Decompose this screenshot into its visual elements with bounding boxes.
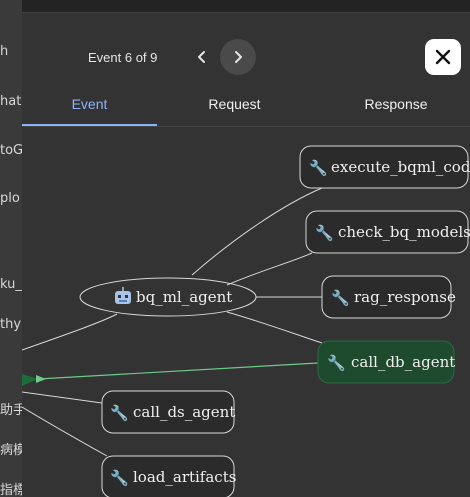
- graph-node-bq-ml-agent[interactable]: bq_ml_agent: [79, 277, 257, 317]
- graph-edge: [191, 187, 323, 276]
- sidebar-fragment[interactable]: thy: [0, 317, 21, 332]
- highlighted-graph-edge: [37, 362, 319, 380]
- graph-node-call-ds-agent[interactable]: 🔧 call_ds_agent: [101, 390, 235, 434]
- node-label: check_bq_models: [338, 223, 470, 241]
- graph-node-check-bq-models[interactable]: 🔧 check_bq_models: [305, 210, 470, 254]
- sidebar-fragment[interactable]: ku_: [0, 277, 22, 292]
- event-dialog: Event 6 of 9 Event Request Response bq_m…: [22, 0, 470, 497]
- node-label: call_db_agent: [351, 353, 455, 371]
- graph-edge: [22, 391, 103, 404]
- sidebar-fragment[interactable]: toG: [0, 143, 22, 158]
- node-label: call_ds_agent: [133, 403, 235, 421]
- graph-edge: [22, 406, 108, 457]
- edge-arrowhead: [36, 375, 46, 383]
- wrench-icon: 🔧: [110, 403, 129, 422]
- robot-icon: [115, 287, 131, 304]
- background-sidebar: h hatC toG plo ku_ thy 助手 病模 指標: [0, 0, 23, 497]
- graph-node-rag-response[interactable]: 🔧 rag_response: [321, 275, 456, 319]
- wrench-icon: 🔧: [309, 158, 328, 177]
- sidebar-fragment[interactable]: hatC: [0, 94, 22, 109]
- wrench-icon: 🔧: [315, 223, 334, 242]
- graph-node-call-db-agent[interactable]: 🔧 call_db_agent: [317, 340, 455, 384]
- wrench-icon: 🔧: [110, 468, 129, 487]
- wrench-icon: 🔧: [331, 288, 350, 307]
- sidebar-fragment[interactable]: plo: [0, 191, 20, 206]
- node-label: execute_bqml_code: [331, 158, 470, 176]
- graph-edge: [226, 252, 313, 286]
- node-label: bq_ml_agent: [136, 288, 232, 306]
- agent-graph: bq_ml_agent 🔧 execute_bqml_code 🔧 check_…: [22, 145, 470, 497]
- sidebar-fragment[interactable]: 病模: [0, 439, 22, 458]
- node-label: load_artifacts: [133, 468, 236, 486]
- graph-node-load-artifacts[interactable]: 🔧 load_artifacts: [101, 455, 236, 497]
- sidebar-fragment[interactable]: h: [0, 44, 8, 59]
- wrench-icon: 🔧: [327, 353, 346, 372]
- edge-arrowhead: [22, 374, 38, 386]
- sidebar-fragment[interactable]: 助手: [0, 399, 22, 418]
- graph-edge: [226, 311, 323, 344]
- graph-edge: [22, 313, 118, 351]
- sidebar-fragment[interactable]: 指標: [0, 479, 22, 497]
- node-label: rag_response: [354, 288, 456, 306]
- graph-node-execute-bqml-code[interactable]: 🔧 execute_bqml_code: [299, 145, 470, 189]
